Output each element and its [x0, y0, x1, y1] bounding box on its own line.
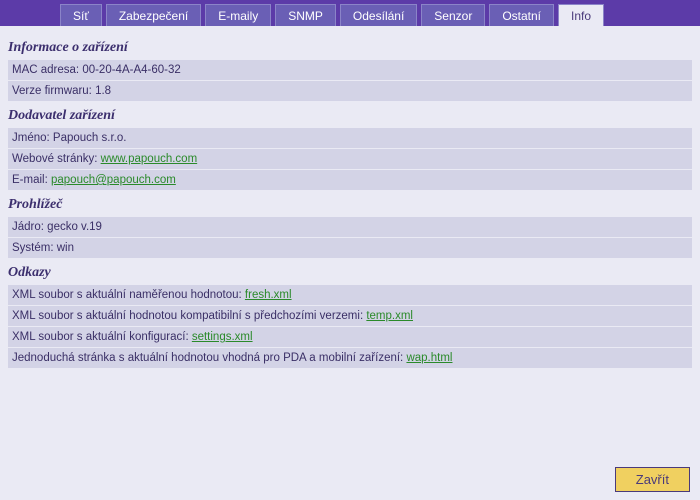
- row-browser-engine: Jádro: gecko v.19: [8, 217, 692, 238]
- vendor-email-label: E-mail:: [12, 174, 51, 186]
- row-vendor-name: Jméno: Papouch s.r.o.: [8, 128, 692, 149]
- section-title-device-info: Informace o zařízení: [8, 40, 692, 56]
- tab-odesilani[interactable]: Odesílání: [340, 4, 417, 26]
- link-wap-label: Jednoduchá stránka s aktuální hodnotou v…: [12, 352, 406, 364]
- row-link-fresh: XML soubor s aktuální naměřenou hodnotou…: [8, 285, 692, 306]
- content-pane: Informace o zařízení MAC adresa: 00-20-4…: [0, 26, 700, 369]
- footer: Zavřít: [615, 467, 690, 492]
- tab-senzor[interactable]: Senzor: [421, 4, 485, 26]
- link-temp[interactable]: temp.xml: [366, 310, 413, 322]
- vendor-email-link[interactable]: papouch@papouch.com: [51, 174, 176, 186]
- row-link-wap: Jednoduchá stránka s aktuální hodnotou v…: [8, 348, 692, 369]
- mac-label: MAC adresa:: [12, 64, 82, 76]
- link-settings-label: XML soubor s aktuální konfigurací:: [12, 331, 192, 343]
- browser-engine-value: gecko v.19: [47, 221, 102, 233]
- mac-value: 00-20-4A-A4-60-32: [82, 64, 180, 76]
- tab-zabezpeceni[interactable]: Zabezpečení: [106, 4, 201, 26]
- fw-value: 1.8: [95, 85, 111, 97]
- section-title-browser: Prohlížeč: [8, 197, 692, 213]
- tab-bar: Síť Zabezpečení E-maily SNMP Odesílání S…: [0, 0, 700, 26]
- row-firmware: Verze firmwaru: 1.8: [8, 81, 692, 102]
- row-vendor-web: Webové stránky: www.papouch.com: [8, 149, 692, 170]
- row-vendor-email: E-mail: papouch@papouch.com: [8, 170, 692, 191]
- link-temp-label: XML soubor s aktuální hodnotou kompatibi…: [12, 310, 366, 322]
- vendor-name-label: Jméno:: [12, 132, 53, 144]
- browser-system-value: win: [57, 242, 74, 254]
- close-button[interactable]: Zavřít: [615, 467, 690, 492]
- link-wap[interactable]: wap.html: [406, 352, 452, 364]
- tab-info[interactable]: Info: [558, 4, 604, 26]
- tab-emaily[interactable]: E-maily: [205, 4, 271, 26]
- vendor-name-value: Papouch s.r.o.: [53, 132, 127, 144]
- row-link-temp: XML soubor s aktuální hodnotou kompatibi…: [8, 306, 692, 327]
- link-settings[interactable]: settings.xml: [192, 331, 253, 343]
- tab-snmp[interactable]: SNMP: [275, 4, 336, 26]
- row-mac: MAC adresa: 00-20-4A-A4-60-32: [8, 60, 692, 81]
- link-fresh-label: XML soubor s aktuální naměřenou hodnotou…: [12, 289, 245, 301]
- browser-engine-label: Jádro:: [12, 221, 47, 233]
- tab-ostatni[interactable]: Ostatní: [489, 4, 554, 26]
- section-title-vendor: Dodavatel zařízení: [8, 108, 692, 124]
- row-link-settings: XML soubor s aktuální konfigurací: setti…: [8, 327, 692, 348]
- fw-label: Verze firmwaru:: [12, 85, 95, 97]
- link-fresh[interactable]: fresh.xml: [245, 289, 292, 301]
- vendor-web-label: Webové stránky:: [12, 153, 101, 165]
- row-browser-system: Systém: win: [8, 238, 692, 259]
- tab-sit[interactable]: Síť: [60, 4, 102, 26]
- vendor-web-link[interactable]: www.papouch.com: [101, 153, 198, 165]
- section-title-links: Odkazy: [8, 265, 692, 281]
- browser-system-label: Systém:: [12, 242, 57, 254]
